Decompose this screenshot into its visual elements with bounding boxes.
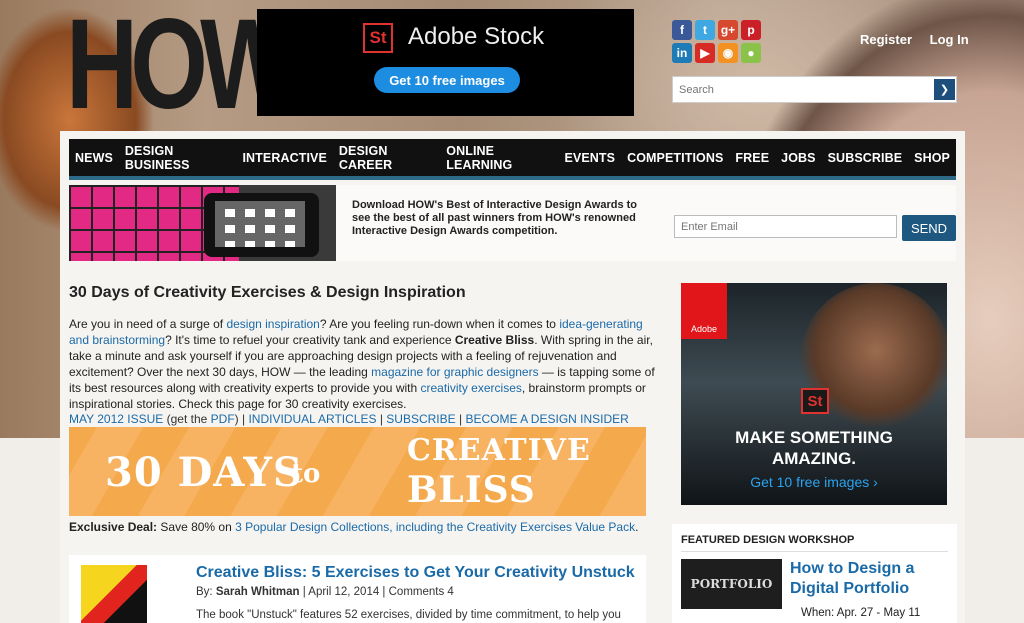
article-date-comments: | April 12, 2014 | Comments 4 bbox=[299, 586, 454, 598]
intro-paragraph: Are you in need of a surge of design ins… bbox=[69, 316, 659, 412]
deal-label: Exclusive Deal: bbox=[69, 520, 158, 534]
magazine-link[interactable]: magazine for graphic designers bbox=[371, 365, 538, 379]
tablet-screen bbox=[215, 201, 305, 247]
login-link[interactable]: Log In bbox=[930, 32, 969, 47]
promo-text: Download HOW's Best of Interactive Desig… bbox=[352, 199, 637, 237]
side-ad-cta[interactable]: Get 10 free images › bbox=[681, 474, 947, 490]
adobe-logo-icon: Adobe bbox=[681, 283, 727, 339]
nav-interactive[interactable]: INTERACTIVE bbox=[242, 151, 326, 165]
main-column: 30 Days of Creativity Exercises & Design… bbox=[69, 275, 659, 426]
flickr-icon[interactable]: ● bbox=[741, 43, 761, 63]
nav-design-business[interactable]: DESIGN BUSINESS bbox=[125, 144, 231, 172]
how-logo[interactable]: HOW bbox=[66, 1, 294, 129]
article-card: Creative Bliss: 5 Exercises to Get Your … bbox=[69, 555, 646, 623]
pdf-link[interactable]: PDF bbox=[211, 412, 235, 426]
page-title: 30 Days of Creativity Exercises & Design… bbox=[69, 284, 466, 301]
chevron-right-icon: ❯ bbox=[939, 84, 950, 96]
nav-jobs[interactable]: JOBS bbox=[781, 151, 815, 165]
banner-30-days: 30 DAYS bbox=[105, 449, 303, 496]
article-excerpt: The book "Unstuck" features 52 exercises… bbox=[196, 609, 621, 621]
byline-label: By: bbox=[196, 586, 216, 598]
subscribe-link[interactable]: SUBSCRIBE bbox=[386, 412, 455, 426]
separator: | bbox=[455, 412, 466, 426]
link-text: (get the bbox=[163, 412, 211, 426]
deal-text: Save 80% on bbox=[157, 520, 236, 534]
workshop-image[interactable]: PORTFOLIO bbox=[681, 559, 782, 609]
intro-text: ? Are you feeling run-down when it comes… bbox=[319, 317, 560, 331]
search-box: ❯ bbox=[672, 76, 957, 103]
banner-bliss: BLISS bbox=[407, 469, 536, 511]
search-input[interactable] bbox=[673, 77, 923, 102]
separator: | bbox=[238, 412, 249, 426]
account-links: Register Log In bbox=[860, 32, 983, 47]
nav-subscribe[interactable]: SUBSCRIBE bbox=[828, 151, 903, 165]
register-link[interactable]: Register bbox=[860, 32, 912, 47]
ad-cta-button[interactable]: Get 10 free images bbox=[374, 67, 520, 93]
nav-news[interactable]: NEWS bbox=[75, 151, 113, 165]
article-thumbnail[interactable] bbox=[81, 565, 147, 623]
nav-competitions[interactable]: COMPETITIONS bbox=[627, 151, 723, 165]
workshop-header: FEATURED DESIGN WORKSHOP bbox=[681, 534, 855, 546]
banner-creative: CREATIVE bbox=[407, 433, 591, 468]
nav-design-career[interactable]: DESIGN CAREER bbox=[339, 144, 434, 172]
main-nav: NEWS DESIGN BUSINESS INTERACTIVE DESIGN … bbox=[69, 139, 956, 180]
creative-bliss-banner[interactable]: 30 DAYS to CREATIVE BLISS bbox=[69, 427, 646, 516]
rss-icon[interactable]: ◉ bbox=[718, 43, 738, 63]
author-name: Sarah Whitman bbox=[215, 586, 300, 598]
individual-articles-link[interactable]: INDIVIDUAL ARTICLES bbox=[248, 412, 376, 426]
interactive-awards-image[interactable] bbox=[69, 185, 336, 261]
may-2012-issue-link[interactable]: MAY 2012 ISSUE bbox=[69, 412, 163, 426]
adobe-stock-logo-icon: St bbox=[363, 23, 393, 53]
deal-text: . bbox=[635, 520, 639, 534]
workshop-title-line1: How to Design a bbox=[790, 560, 915, 577]
ad-headline-line2: AMAZING. bbox=[771, 449, 857, 468]
creative-bliss-bold: Creative Bliss bbox=[454, 333, 535, 347]
ad-headline: MAKE SOMETHING AMAZING. bbox=[681, 427, 947, 469]
adobe-stock-side-ad[interactable]: Adobe St MAKE SOMETHING AMAZING. Get 10 f… bbox=[681, 283, 947, 505]
design-collections-link[interactable]: 3 Popular Design Collections, including … bbox=[235, 520, 635, 534]
nav-shop[interactable]: SHOP bbox=[914, 151, 950, 165]
pinterest-icon[interactable]: p bbox=[741, 20, 761, 40]
nav-free[interactable]: FREE bbox=[735, 151, 769, 165]
workshop-dates: When: Apr. 27 - May 11 bbox=[801, 607, 921, 619]
design-insider-link[interactable]: BECOME A DESIGN INSIDER bbox=[465, 412, 628, 426]
intro-text: ? It's time to refuel your creativity ta… bbox=[165, 333, 455, 347]
divider bbox=[681, 551, 948, 552]
ad-brand: Adobe Stock bbox=[408, 23, 545, 50]
nav-events[interactable]: EVENTS bbox=[564, 151, 615, 165]
search-submit-button[interactable]: ❯ bbox=[934, 79, 955, 100]
youtube-icon[interactable]: ▶ bbox=[695, 43, 715, 63]
ad-headline-line1: MAKE SOMETHING bbox=[735, 428, 893, 447]
google-plus-icon[interactable]: g+ bbox=[718, 20, 738, 40]
adobe-stock-logo-icon: St bbox=[801, 388, 829, 414]
featured-workshop: FEATURED DESIGN WORKSHOP PORTFOLIO How t… bbox=[672, 524, 957, 623]
workshop-title-line2: Digital Portfolio bbox=[790, 580, 910, 597]
linkedin-icon[interactable]: in bbox=[672, 43, 692, 63]
email-field[interactable] bbox=[674, 215, 897, 238]
intro-text: Are you in need of a surge of bbox=[69, 317, 227, 331]
nav-online-learning[interactable]: ONLINE LEARNING bbox=[446, 144, 552, 172]
creativity-exercises-link[interactable]: creativity exercises bbox=[421, 381, 522, 395]
issue-links: MAY 2012 ISSUE (get the PDF) | INDIVIDUA… bbox=[69, 412, 659, 426]
design-inspiration-link[interactable]: design inspiration bbox=[226, 317, 319, 331]
separator: | bbox=[376, 412, 387, 426]
adobe-stock-top-ad[interactable]: St Adobe Stock Get 10 free images bbox=[257, 9, 634, 116]
social-icons: f t g+ p in ▶ ◉ ● bbox=[672, 20, 761, 63]
promo-bar: Download HOW's Best of Interactive Desig… bbox=[69, 185, 956, 261]
facebook-icon[interactable]: f bbox=[672, 20, 692, 40]
twitter-icon[interactable]: t bbox=[695, 20, 715, 40]
workshop-title-link[interactable]: How to Design a Digital Portfolio bbox=[790, 559, 914, 599]
banner-to: to bbox=[291, 459, 321, 489]
article-title-link[interactable]: Creative Bliss: 5 Exercises to Get Your … bbox=[196, 564, 635, 582]
article-meta: By: Sarah Whitman | April 12, 2014 | Com… bbox=[196, 586, 454, 598]
exclusive-deal: Exclusive Deal: Save 80% on 3 Popular De… bbox=[69, 520, 638, 534]
send-button[interactable]: SEND bbox=[902, 215, 956, 241]
